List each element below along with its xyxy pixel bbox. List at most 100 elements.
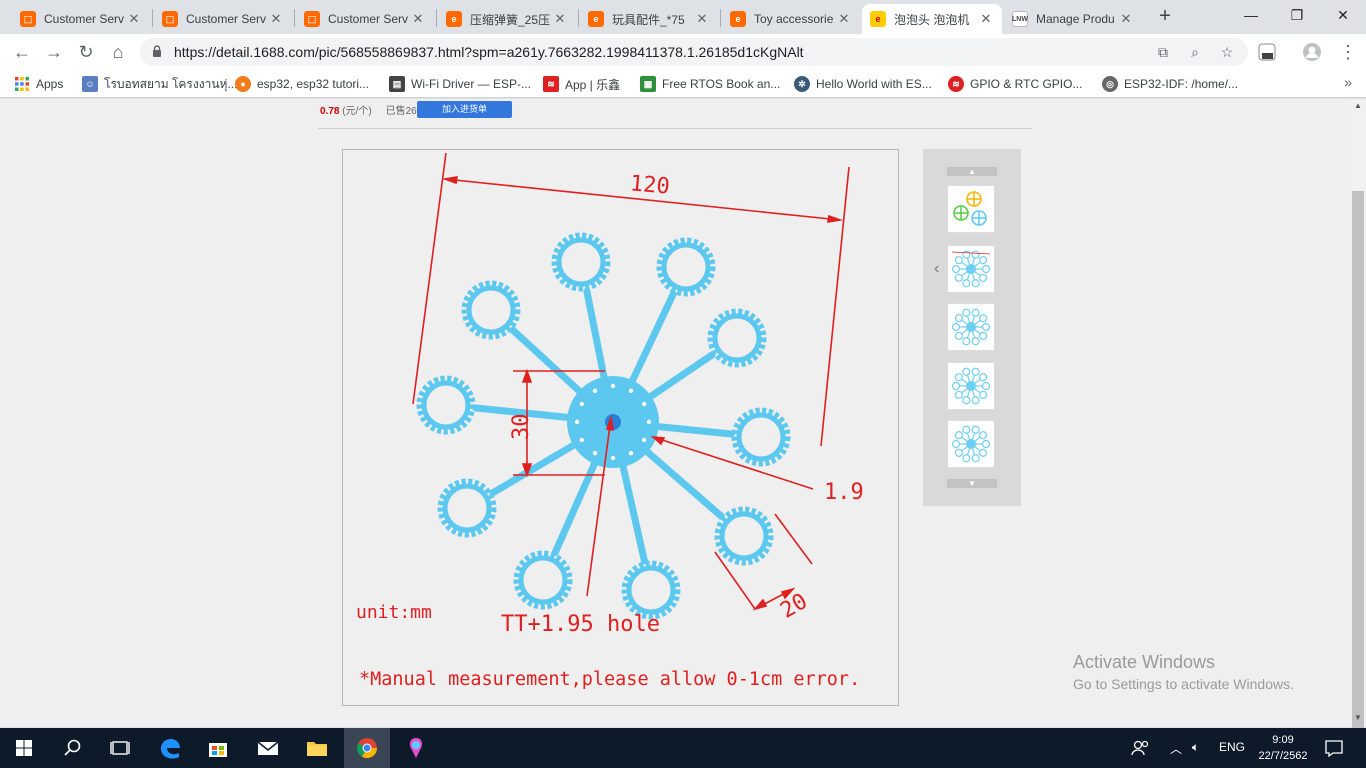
bookmark-wifi-driver[interactable]: ▤ Wi-Fi Driver — ESP-... [389, 75, 531, 93]
tab-7[interactable]: LNW Manage Produ ✕ [1004, 4, 1142, 34]
file-explorer-icon[interactable] [303, 734, 331, 762]
maximize-button[interactable]: ❐ [1274, 0, 1320, 30]
url-text[interactable]: https://detail.1688.com/pic/568558869837… [174, 44, 804, 60]
tab-2[interactable]: ⬚ Customer Serv ✕ [296, 4, 434, 34]
wand-ring [736, 412, 786, 462]
notification-icon[interactable] [1320, 734, 1348, 762]
page-scrollbar[interactable]: ▲ ▼ [1350, 99, 1366, 747]
divider [318, 128, 1032, 129]
back-button[interactable]: ← [10, 40, 34, 64]
bookmark-hello-world[interactable]: ✲ Hello World with ES... [794, 75, 932, 93]
dim-120-label: 120 [629, 171, 671, 199]
thumbnail-0[interactable] [947, 185, 995, 233]
taskbar-clock[interactable]: 9:09 22/7/2562 [1248, 732, 1318, 764]
thumbnail-4[interactable] [947, 420, 995, 468]
tab-5[interactable]: e Toy accessorie ✕ [722, 4, 860, 34]
tab-0[interactable]: ⬚ Customer Serv ✕ [12, 4, 150, 34]
thumb-scroll-up-button[interactable]: ▲ [947, 167, 997, 176]
close-icon[interactable]: ✕ [268, 11, 284, 27]
reload-button[interactable]: ↻ [74, 40, 98, 64]
bookmarks-overflow-icon[interactable]: » [1344, 74, 1352, 90]
task-view-icon[interactable] [106, 734, 134, 762]
bookmark-apps[interactable]: Apps [14, 75, 63, 93]
hub-hole [641, 437, 647, 443]
search-icon[interactable] [58, 734, 86, 762]
edge-browser-icon[interactable] [156, 734, 184, 762]
zoom-icon[interactable]: ⌕ [1186, 43, 1204, 61]
bookmark-esp32-idf[interactable]: ◎ ESP32-IDF: /home/... [1102, 75, 1238, 93]
address-bar[interactable]: https://detail.1688.com/pic/568558869837… [140, 38, 1248, 66]
close-icon[interactable]: ✕ [694, 11, 710, 27]
mail-icon[interactable] [254, 734, 282, 762]
profile-avatar-icon[interactable] [1302, 42, 1322, 62]
close-icon[interactable]: ✕ [126, 11, 142, 27]
translate-icon[interactable]: ⧉ [1154, 43, 1172, 61]
thumbnail-1[interactable] [947, 245, 995, 293]
home-button[interactable]: ⌂ [106, 40, 130, 64]
hub-hole [641, 401, 647, 407]
add-to-purchase-button[interactable]: 加入进货单 [417, 101, 512, 118]
hub-hole [592, 388, 598, 394]
scroll-down-arrow[interactable]: ▼ [1353, 713, 1363, 723]
paint-3d-icon[interactable] [402, 734, 430, 762]
bookmark-esp32-tutorial[interactable]: ● esp32, esp32 tutori... [235, 75, 369, 93]
close-window-button[interactable]: ✕ [1320, 0, 1366, 30]
wand-ring [712, 313, 762, 363]
wand-ring [719, 511, 769, 561]
thumb-scroll-down-button[interactable]: ▼ [947, 479, 997, 488]
new-tab-button[interactable]: + [1154, 6, 1176, 28]
bookmark-robotsiam[interactable]: ☺ โรบอทสยาม โครงงานหุ่... [82, 75, 237, 93]
thumb-ring [971, 279, 980, 288]
price-unit: (元/个) [342, 106, 372, 117]
extension-off-icon[interactable] [1257, 42, 1277, 62]
bookmark-gpio-rtc[interactable]: ≋ GPIO & RTC GPIO... [948, 75, 1082, 93]
scroll-up-arrow[interactable]: ▲ [1353, 101, 1363, 111]
chevron-left-icon[interactable]: ‹ [934, 260, 939, 278]
thumb-dimension-line [951, 251, 991, 255]
wand-ring-teeth [714, 506, 774, 566]
tab-title: Customer Serv [328, 12, 409, 26]
close-icon[interactable]: ✕ [836, 11, 852, 27]
hub-hole [592, 450, 598, 456]
thumbnail-2[interactable] [947, 303, 995, 351]
close-icon[interactable]: ✕ [410, 11, 426, 27]
alibaba-icon: ⬚ [20, 11, 36, 27]
people-icon[interactable] [1126, 734, 1154, 762]
menu-kebab-icon[interactable]: ⋮ [1336, 40, 1360, 64]
close-icon[interactable]: ✕ [1118, 11, 1134, 27]
price-value: 0.78 [320, 106, 340, 117]
thumb-ring [962, 396, 971, 405]
forward-button[interactable]: → [42, 40, 66, 64]
thumbnail-3[interactable] [947, 362, 995, 410]
store-icon[interactable] [204, 734, 232, 762]
windows-start-icon[interactable] [10, 734, 38, 762]
thumb-ring [971, 425, 980, 434]
thumb-ring [981, 381, 991, 391]
close-icon[interactable]: ✕ [552, 11, 568, 27]
tab-3[interactable]: e 压缩弹簧_25压 ✕ [438, 4, 576, 34]
close-icon[interactable]: ✕ [978, 11, 994, 27]
1688-icon: e [588, 11, 604, 27]
hub-hole [646, 419, 652, 425]
thumbnail-panel: ▲ ‹ ▼ [923, 149, 1021, 506]
scroll-thumb[interactable] [1352, 191, 1364, 747]
bookmark-app-lexin[interactable]: ≋ App | 乐鑫 [543, 75, 620, 93]
tab-4[interactable]: e 玩具配件_*75 ✕ [580, 4, 718, 34]
volume-icon[interactable]: 🔈︎ [1192, 740, 1199, 755]
language-indicator[interactable]: ENG [1219, 740, 1245, 754]
bookmark-freertos[interactable]: ▦ Free RTOS Book an... [640, 75, 780, 93]
tab-title: 压缩弹簧_25压 [470, 12, 551, 27]
robot-icon: ☺ [82, 76, 98, 92]
tab-1[interactable]: ⬚ Customer Serv ✕ [154, 4, 292, 34]
thumb-ring [962, 337, 971, 346]
chevron-up-icon[interactable]: ︿ [1170, 740, 1182, 757]
thumb-ring [979, 314, 988, 323]
thumb-ring [979, 390, 988, 399]
product-diagram: 120 30 1.9 20 unit:mm TT+1.95 hole *Manu… [356, 152, 864, 690]
tab-6-active[interactable]: e 泡泡头 泡泡机 ✕ [862, 4, 1002, 34]
minimize-button[interactable]: — [1228, 0, 1274, 30]
bookmark-star-icon[interactable]: ☆ [1218, 43, 1236, 61]
page-content: 0.78 (元/个) 已售2609个 加入进货单 120 30 1.9 20 u… [0, 99, 1350, 727]
chrome-icon[interactable] [353, 734, 381, 762]
alibaba-icon: ⬚ [304, 11, 320, 27]
